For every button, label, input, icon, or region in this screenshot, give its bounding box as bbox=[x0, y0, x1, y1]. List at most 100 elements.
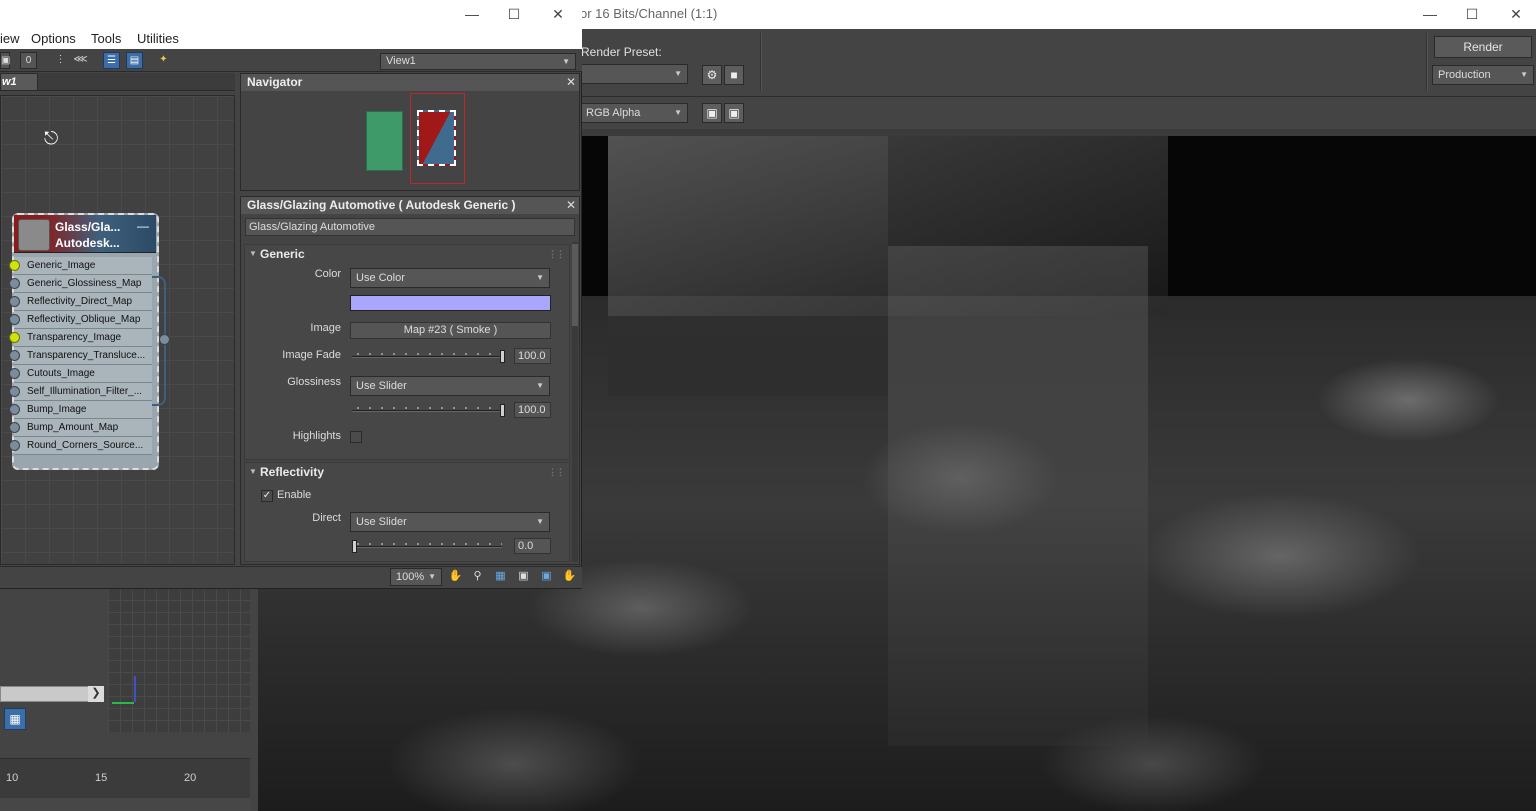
zoom-extents-icon[interactable]: ▣ bbox=[515, 569, 532, 585]
zoom-icon[interactable]: ⚲ bbox=[469, 569, 486, 585]
material-slot[interactable]: Reflectivity_Oblique_Map bbox=[14, 311, 152, 329]
input-port[interactable] bbox=[9, 368, 20, 379]
slider-handle[interactable] bbox=[500, 404, 505, 417]
schematic-icon[interactable]: ▦ bbox=[4, 708, 26, 730]
direct-label: Direct bbox=[312, 512, 341, 524]
timeline-ruler[interactable] bbox=[0, 758, 250, 798]
color-swatch[interactable] bbox=[350, 295, 551, 311]
status-strip bbox=[0, 798, 250, 811]
axis-x-icon bbox=[112, 702, 134, 704]
material-slot-label: Round_Corners_Source... bbox=[27, 440, 144, 451]
input-port[interactable] bbox=[9, 422, 20, 433]
glossiness-mode-dropdown[interactable]: Use Slider ▼ bbox=[350, 376, 550, 396]
close-icon[interactable]: ✕ bbox=[566, 198, 576, 212]
input-port[interactable] bbox=[9, 296, 20, 307]
render-frame-title: or 16 Bits/Channel (1:1) bbox=[580, 6, 718, 21]
render-setup-icon[interactable]: ⚙ bbox=[702, 65, 722, 85]
image-map-button[interactable]: Map #23 ( Smoke ) bbox=[350, 322, 551, 339]
render-mode-dropdown[interactable]: Production ▼ bbox=[1432, 65, 1534, 85]
input-port[interactable] bbox=[9, 350, 20, 361]
material-slot[interactable]: Generic_Glossiness_Map bbox=[14, 275, 152, 293]
reflectivity-rollout-header[interactable]: ▼ Reflectivity ⋮⋮ bbox=[244, 463, 570, 481]
material-slot-label: Reflectivity_Direct_Map bbox=[27, 296, 133, 307]
output-port[interactable] bbox=[159, 334, 170, 345]
input-port[interactable] bbox=[9, 260, 20, 271]
material-slot[interactable]: Transparency_Transluce... bbox=[14, 347, 152, 365]
zoom-region-icon[interactable]: ▦ bbox=[492, 569, 509, 585]
clear-icon[interactable]: ▣ bbox=[724, 103, 744, 123]
tool-icon[interactable]: ▣ bbox=[0, 52, 10, 69]
zoom-dropdown[interactable]: 100% ▼ bbox=[390, 568, 442, 586]
view-tab-bar bbox=[38, 73, 235, 91]
tab-view1[interactable]: w1 bbox=[0, 73, 38, 91]
parameter-editor-icon[interactable]: ▤ bbox=[126, 52, 143, 69]
environment-icon[interactable]: ■ bbox=[724, 65, 744, 85]
direct-mode-dropdown[interactable]: Use Slider ▼ bbox=[350, 512, 550, 532]
material-slot[interactable]: Self_Illumination_Filter_... bbox=[14, 383, 152, 401]
glossiness-value[interactable]: 100.0 bbox=[514, 402, 551, 418]
material-slot[interactable]: Generic_Image bbox=[14, 257, 152, 275]
close-icon[interactable]: ✕ bbox=[538, 3, 578, 25]
pan-to-selected-icon[interactable]: ✋ bbox=[561, 569, 578, 585]
render-button[interactable]: Render bbox=[1434, 36, 1532, 58]
image-fade-slider[interactable] bbox=[352, 350, 508, 364]
direct-value[interactable]: 0.0 bbox=[514, 538, 551, 554]
direct-slider[interactable] bbox=[352, 540, 508, 554]
close-icon[interactable]: ✕ bbox=[1496, 3, 1536, 25]
close-icon[interactable]: ✕ bbox=[566, 75, 576, 89]
input-port[interactable] bbox=[9, 386, 20, 397]
color-mode-dropdown[interactable]: Use Color ▼ bbox=[350, 268, 550, 288]
material-slot[interactable]: Round_Corners_Source... bbox=[14, 437, 152, 455]
material-slot-label: Transparency_Image bbox=[27, 332, 122, 343]
menu-utilities[interactable]: Utilities bbox=[137, 31, 179, 46]
view-selector-value: View1 bbox=[386, 55, 416, 67]
chevron-down-icon: ▼ bbox=[536, 273, 544, 282]
channel-dropdown[interactable]: RGB Alpha ▼ bbox=[580, 103, 688, 123]
pan-hand-icon[interactable]: ✋ bbox=[447, 569, 464, 585]
highlights-checkbox[interactable] bbox=[350, 431, 362, 443]
input-port[interactable] bbox=[9, 440, 20, 451]
zoom-extents-selected-icon[interactable]: ▣ bbox=[538, 569, 555, 585]
maximize-icon[interactable]: ☐ bbox=[494, 3, 534, 25]
collapse-triangle-icon: ▼ bbox=[249, 467, 257, 476]
minimize-icon[interactable]: — bbox=[452, 3, 492, 25]
timeline-tick: 20 bbox=[184, 772, 197, 784]
node-list-icon[interactable]: ☰ bbox=[103, 52, 120, 69]
generic-rollout-header[interactable]: ▼ Generic ⋮⋮ bbox=[244, 245, 570, 263]
monochrome-icon[interactable]: ▣ bbox=[702, 103, 722, 123]
enable-checkbox[interactable]: ✓ bbox=[261, 490, 273, 502]
image-fade-value[interactable]: 100.0 bbox=[514, 348, 551, 364]
slider-track bbox=[352, 546, 502, 548]
viewport-grid[interactable] bbox=[108, 588, 250, 732]
material-slot[interactable]: Reflectivity_Direct_Map bbox=[14, 293, 152, 311]
minimize-icon[interactable]: — bbox=[1410, 3, 1450, 25]
layout-children-icon[interactable]: ⋘ bbox=[72, 52, 89, 69]
view-selector-dropdown[interactable]: View1 ▼ bbox=[380, 53, 576, 70]
reflectivity-rollout-title: Reflectivity bbox=[260, 465, 325, 479]
chevron-right-icon[interactable]: ❯ bbox=[88, 686, 104, 702]
highlights-label: Highlights bbox=[292, 430, 341, 442]
collapse-icon[interactable]: — bbox=[137, 219, 149, 233]
input-port[interactable] bbox=[9, 332, 20, 343]
background-icon[interactable]: 0 bbox=[20, 52, 37, 69]
input-port[interactable] bbox=[9, 278, 20, 289]
input-port[interactable] bbox=[9, 404, 20, 415]
material-slot[interactable]: Bump_Amount_Map bbox=[14, 419, 152, 437]
slider-handle[interactable] bbox=[500, 350, 505, 363]
layout-icon[interactable]: ⋮ bbox=[52, 52, 69, 69]
menu-tools[interactable]: Tools bbox=[91, 31, 121, 46]
maximize-icon[interactable]: ☐ bbox=[1452, 3, 1492, 25]
material-slot[interactable]: Bump_Image bbox=[14, 401, 152, 419]
glossiness-slider[interactable] bbox=[352, 404, 508, 418]
select-by-material-icon[interactable]: ✦ bbox=[155, 52, 172, 69]
material-name-field[interactable]: Glass/Glazing Automotive bbox=[245, 218, 575, 236]
material-slot[interactable]: Cutouts_Image bbox=[14, 365, 152, 383]
slider-handle[interactable] bbox=[352, 540, 357, 553]
input-port[interactable] bbox=[9, 314, 20, 325]
render-preset-dropdown[interactable]: ▼ bbox=[580, 64, 688, 84]
menu-view[interactable]: iew bbox=[0, 31, 20, 46]
material-preview-swatch[interactable] bbox=[18, 219, 50, 251]
menu-options[interactable]: Options bbox=[31, 31, 76, 46]
scrollbar-thumb[interactable] bbox=[572, 244, 578, 326]
material-slot[interactable]: Transparency_Image bbox=[14, 329, 152, 347]
